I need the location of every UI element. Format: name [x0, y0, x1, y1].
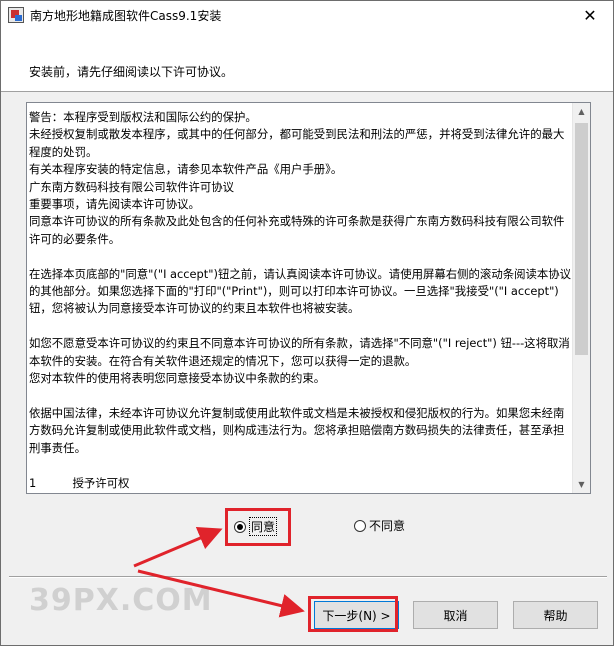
installer-window: 南方地形地籍成图软件Cass9.1安装 ✕ 安装前，请先仔细阅读以下许可协议。 …: [0, 0, 614, 646]
arrow-to-next: [137, 569, 305, 618]
annotation-arrows: [133, 526, 305, 618]
arrow-to-agree: [133, 526, 223, 568]
